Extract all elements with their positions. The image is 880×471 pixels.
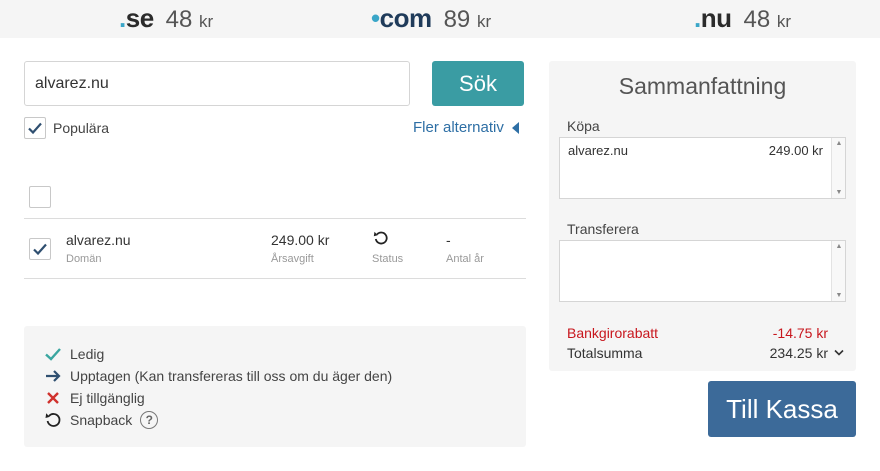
search-button[interactable]: Sök: [432, 61, 524, 106]
summary-title: Sammanfattning: [618, 73, 787, 99]
legend-item-snapback: Snapback ?: [44, 411, 159, 429]
row-domain-label: Domän: [66, 253, 102, 265]
select-all-checkbox[interactable]: [29, 186, 51, 208]
buy-item: alvarez.nu 249.00 kr: [568, 143, 823, 158]
tld-nu[interactable]: .nu 48 kr: [694, 3, 791, 35]
legend-label: Ej tillgänglig: [70, 390, 145, 406]
more-options-label: Fler alternativ: [413, 119, 504, 136]
scroll-up-icon[interactable]: ▲: [832, 140, 846, 147]
chevron-down-icon[interactable]: [834, 349, 844, 357]
legend-item-taken: Upptagen (Kan transfereras till oss om d…: [44, 367, 392, 385]
total-value: 234.25 kr: [769, 345, 828, 361]
tld-nu-price: 48 kr: [743, 6, 792, 33]
buy-item-price: 249.00 kr: [768, 143, 823, 158]
cross-icon: [47, 392, 59, 404]
tld-price-bar: .se 48 kr •com 89 kr .nu 48 kr: [0, 0, 880, 38]
divider: [24, 218, 526, 219]
row-years-label: Antal år: [446, 253, 484, 265]
total-label: Totalsumma: [567, 345, 643, 361]
row-years: -: [446, 232, 451, 248]
scroll-down-icon[interactable]: ▼: [832, 292, 846, 299]
transfer-list-scrollbar[interactable]: ▲ ▼: [831, 241, 845, 301]
popular-checkbox[interactable]: [24, 117, 46, 139]
tld-se-name: .se: [119, 3, 154, 33]
snapback-icon: [45, 413, 61, 427]
row-checkbox[interactable]: [29, 238, 51, 260]
buy-item-domain: alvarez.nu: [568, 143, 628, 158]
transfer-label: Transferera: [567, 221, 639, 237]
tld-com-name: •com: [371, 3, 432, 33]
caret-left-icon: [511, 121, 519, 134]
row-price: 249.00 kr: [271, 232, 330, 248]
checkout-button[interactable]: Till Kassa: [708, 381, 856, 437]
scroll-up-icon[interactable]: ▲: [832, 243, 846, 250]
legend-label: Ledig: [70, 346, 105, 362]
snapback-icon: [373, 231, 388, 245]
tld-com-price: 89 kr: [443, 6, 492, 33]
buy-label: Köpa: [567, 118, 600, 134]
legend-label: Upptagen (Kan transfereras till oss om d…: [70, 368, 393, 384]
popular-label: Populära: [53, 120, 110, 136]
scroll-down-icon[interactable]: ▼: [832, 189, 846, 196]
check-icon: [33, 243, 47, 256]
divider: [24, 278, 526, 279]
tld-com[interactable]: •com 89 kr: [371, 3, 491, 35]
check-icon: [45, 348, 61, 361]
summary-panel: Sammanfattning Köpa alvarez.nu 249.00 kr…: [549, 61, 856, 371]
status-legend: Ledig Upptagen (Kan transfereras till os…: [24, 326, 526, 447]
tld-se-price: 48 kr: [165, 6, 214, 33]
more-options-link[interactable]: Fler alternativ: [413, 119, 519, 136]
legend-item-available: Ledig: [44, 345, 104, 363]
legend-label: Snapback: [70, 412, 133, 428]
check-icon: [28, 122, 42, 135]
row-status-label: Status: [372, 253, 404, 265]
row-price-label: Årsavgift: [271, 253, 314, 265]
domain-search-input[interactable]: [24, 61, 410, 106]
help-icon[interactable]: ?: [140, 411, 159, 429]
buy-list-scrollbar[interactable]: ▲ ▼: [831, 138, 845, 198]
legend-item-unavailable: Ej tillgänglig: [44, 389, 145, 407]
tld-nu-name: .nu: [694, 3, 732, 33]
tld-se[interactable]: .se 48 kr: [119, 3, 213, 35]
discount-label: Bankgirorabatt: [567, 325, 659, 341]
discount-value: -14.75 kr: [772, 325, 828, 341]
buy-list[interactable]: alvarez.nu 249.00 kr ▲ ▼: [559, 137, 846, 199]
arrow-right-icon: [46, 370, 61, 382]
transfer-list[interactable]: ▲ ▼: [559, 240, 846, 302]
row-domain: alvarez.nu: [66, 232, 131, 248]
